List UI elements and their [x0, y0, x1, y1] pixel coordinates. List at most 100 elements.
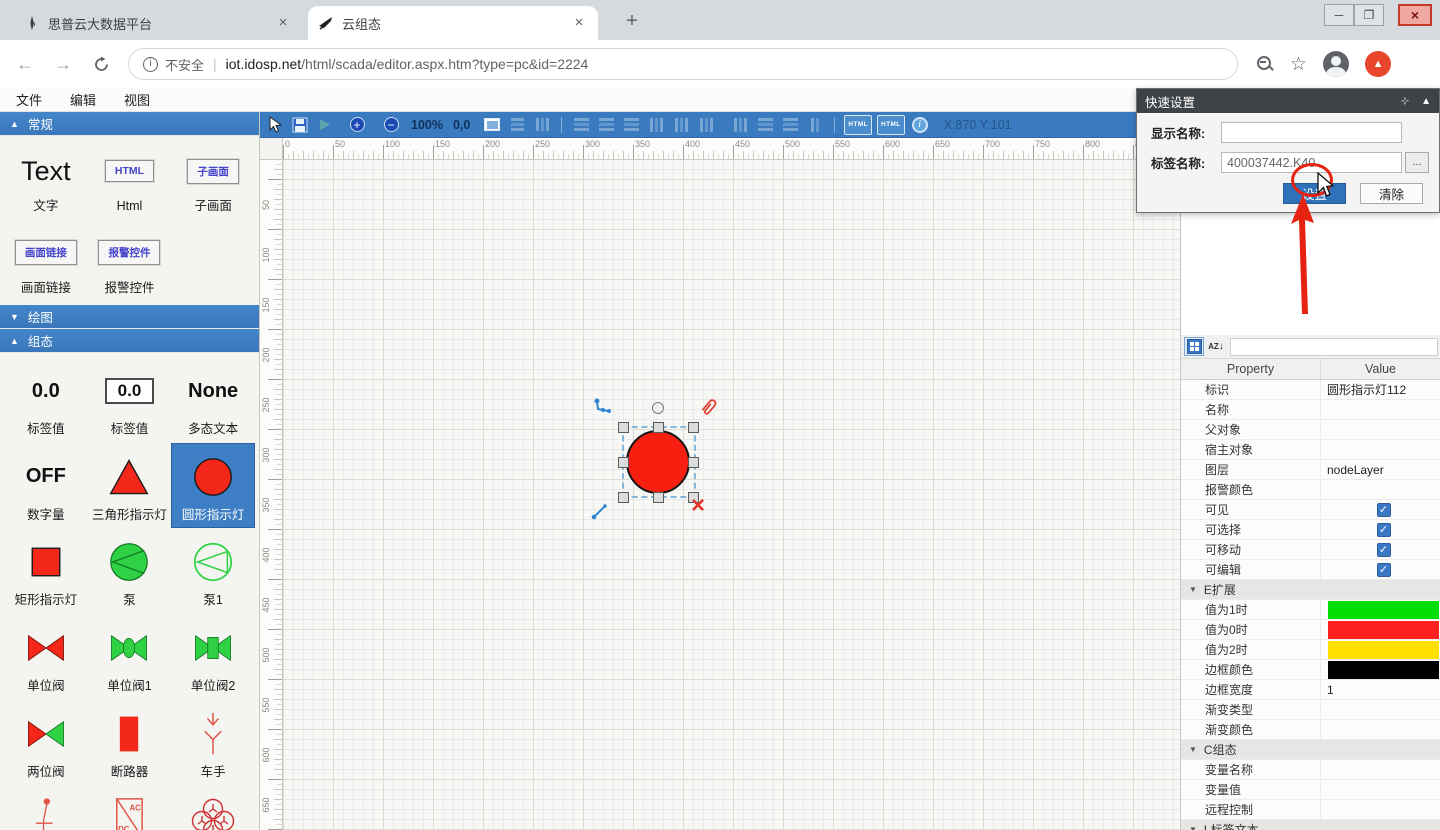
resize-handle-w[interactable]	[618, 457, 629, 468]
property-value[interactable]	[1321, 760, 1440, 779]
property-value[interactable]: ✓	[1321, 520, 1440, 539]
zutai-item-5[interactable]: 圆形指示灯	[171, 443, 255, 529]
group-collapse-icon[interactable]: ▼	[1189, 585, 1197, 594]
resize-handle-sw[interactable]	[618, 492, 629, 503]
zutai-item-8[interactable]: 泵1	[171, 528, 255, 614]
property-row-17[interactable]: 渐变颜色	[1181, 720, 1440, 740]
property-row-5[interactable]: 报警颜色	[1181, 480, 1440, 500]
same-width-icon[interactable]	[755, 115, 775, 135]
changgui-item-4[interactable]: 报警控件报警控件	[88, 222, 172, 304]
new-tab-button[interactable]: +	[618, 8, 646, 36]
property-row-13[interactable]: 值为2时	[1181, 640, 1440, 660]
property-value[interactable]: ✓	[1321, 500, 1440, 519]
save-icon[interactable]	[290, 115, 310, 135]
align-bottom-icon[interactable]	[696, 115, 716, 135]
distribute-h-icon[interactable]	[730, 115, 750, 135]
resize-handle-n[interactable]	[653, 422, 664, 433]
zutai-item-3[interactable]: OFF数字量	[4, 443, 88, 529]
property-value[interactable]	[1321, 600, 1440, 619]
property-value[interactable]	[1321, 420, 1440, 439]
property-value[interactable]	[1321, 620, 1440, 639]
value-column-header[interactable]: Value	[1321, 359, 1440, 379]
palette-section-changgui[interactable]: ▲ 常规	[0, 112, 259, 136]
palette-section-huitu[interactable]: ▼ 绘图	[0, 305, 259, 329]
property-row-11[interactable]: 值为1时	[1181, 600, 1440, 620]
window-minimize-button[interactable]: ─	[1324, 4, 1354, 26]
same-height-icon[interactable]	[780, 115, 800, 135]
zutai-item-13[interactable]: 断路器	[88, 700, 172, 786]
paste-icon[interactable]	[532, 115, 552, 135]
zutai-item-10[interactable]: 单位阀1	[88, 614, 172, 700]
zoom-out-page-icon[interactable]	[1256, 55, 1274, 73]
property-value[interactable]: 1	[1321, 680, 1440, 699]
property-value[interactable]	[1321, 440, 1440, 459]
property-column-header[interactable]: Property	[1181, 359, 1321, 379]
zutai-item-0[interactable]: 0.0标签值	[4, 357, 88, 443]
zutai-item-1[interactable]: 0.0标签值	[88, 357, 172, 443]
property-row-16[interactable]: 渐变类型	[1181, 700, 1440, 720]
rotate-handle[interactable]	[652, 402, 664, 414]
zoom-in-icon[interactable]: +	[347, 115, 367, 135]
property-row-14[interactable]: 边框颜色	[1181, 660, 1440, 680]
tab-platform[interactable]: 思普云大数据平台 ×	[14, 6, 302, 40]
attach-paperclip-icon[interactable]	[698, 396, 720, 418]
property-row-3[interactable]: 宿主对象	[1181, 440, 1440, 460]
clear-button[interactable]: 清除	[1360, 183, 1423, 204]
equal-space-icon[interactable]	[805, 115, 825, 135]
resize-handle-nw[interactable]	[618, 422, 629, 433]
property-row-2[interactable]: 父对象	[1181, 420, 1440, 440]
az-sort-icon[interactable]: AZ↓	[1206, 337, 1226, 356]
property-row-0[interactable]: 标识圆形指示灯112	[1181, 380, 1440, 400]
property-value[interactable]: nodeLayer	[1321, 460, 1440, 479]
zutai-item-14[interactable]: 车手	[171, 700, 255, 786]
tab-editor-close-icon[interactable]: ×	[570, 14, 588, 32]
window-restore-button[interactable]: ❐	[1354, 4, 1384, 26]
property-value[interactable]	[1321, 400, 1440, 419]
property-row-6[interactable]: 可见✓	[1181, 500, 1440, 520]
browser-brand-icon[interactable]: ▲	[1365, 51, 1391, 77]
html-preview-icon[interactable]: HTML	[877, 115, 905, 135]
property-row-1[interactable]: 名称	[1181, 400, 1440, 420]
zoom-out-icon[interactable]: −	[381, 115, 401, 135]
property-value[interactable]: ✓	[1321, 560, 1440, 579]
property-row-12[interactable]: 值为0时	[1181, 620, 1440, 640]
checkbox-icon[interactable]: ✓	[1377, 563, 1391, 577]
menu-item-0[interactable]: 文件	[16, 90, 42, 109]
property-value[interactable]	[1321, 780, 1440, 799]
property-value[interactable]	[1321, 640, 1440, 659]
collapse-panel-icon[interactable]: ▲	[1421, 96, 1431, 107]
property-row-10[interactable]: ▼E扩展	[1181, 580, 1440, 600]
zutai-item-7[interactable]: 泵	[88, 528, 172, 614]
zutai-item-2[interactable]: None多态文本	[171, 357, 255, 443]
align-center-icon[interactable]	[596, 115, 616, 135]
align-left-icon[interactable]	[571, 115, 591, 135]
zutai-item-15[interactable]: 刀闸	[4, 785, 88, 830]
property-row-18[interactable]: ▼C组态	[1181, 740, 1440, 760]
design-canvas[interactable]: ×	[283, 160, 1180, 830]
screen-settings-icon[interactable]	[482, 115, 502, 135]
checkbox-icon[interactable]: ✓	[1377, 523, 1391, 537]
property-row-19[interactable]: 变量名称	[1181, 760, 1440, 780]
resize-handle-ne[interactable]	[688, 422, 699, 433]
palette-section-zutai[interactable]: ▲ 组态	[0, 329, 259, 353]
group-collapse-icon[interactable]: ▼	[1189, 825, 1197, 830]
color-swatch[interactable]	[1328, 641, 1439, 659]
tab-editor[interactable]: 云组态 ×	[308, 6, 598, 40]
property-row-9[interactable]: 可编辑✓	[1181, 560, 1440, 580]
resize-handle-s[interactable]	[653, 492, 664, 503]
property-value[interactable]	[1321, 720, 1440, 739]
property-row-8[interactable]: 可移动✓	[1181, 540, 1440, 560]
zutai-item-11[interactable]: 单位阀2	[171, 614, 255, 700]
zutai-item-12[interactable]: 两位阀	[4, 700, 88, 786]
changgui-item-1[interactable]: HTMLHtml	[88, 140, 172, 222]
forward-icon[interactable]: →	[50, 51, 76, 77]
property-filter-box[interactable]	[1230, 338, 1438, 356]
menu-item-2[interactable]: 视图	[124, 90, 150, 109]
quick-settings-titlebar[interactable]: 快速设置 ⊹ ▲	[1137, 89, 1439, 113]
categorized-view-icon[interactable]	[1184, 337, 1204, 356]
security-label[interactable]: 不安全	[165, 55, 204, 74]
html-export-icon[interactable]: HTML	[844, 115, 872, 135]
align-right-icon[interactable]	[621, 115, 641, 135]
changgui-item-0[interactable]: Text文字	[4, 140, 88, 222]
delete-x-icon[interactable]: ×	[691, 494, 705, 518]
